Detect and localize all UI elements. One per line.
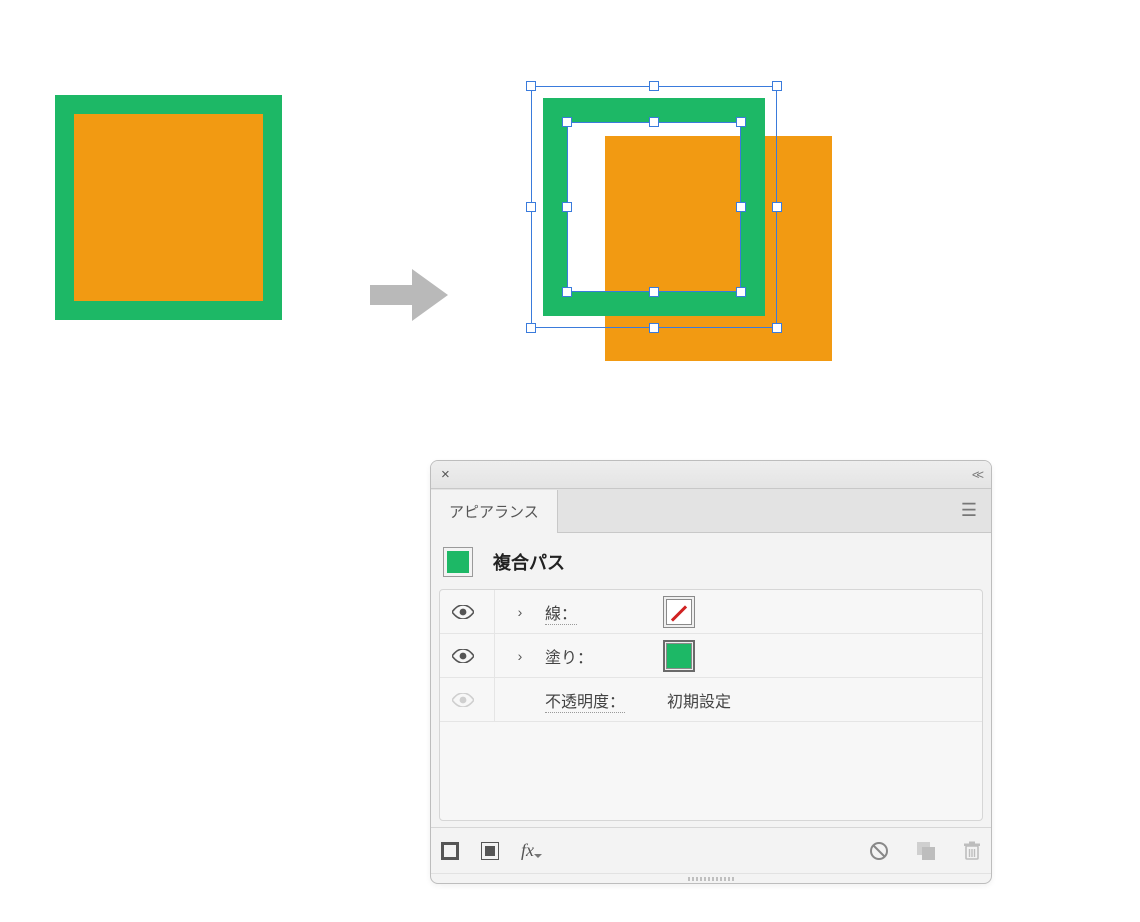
chevron-right-icon[interactable]: › <box>509 604 531 620</box>
sel-handle <box>649 323 659 333</box>
illustration-before-after <box>55 95 845 365</box>
delete-icon <box>963 841 981 861</box>
row-stroke[interactable]: › 線： <box>440 590 982 634</box>
sel-handle <box>736 287 746 297</box>
tab-appearance[interactable]: アピアランス <box>431 490 558 533</box>
sel-handle <box>562 287 572 297</box>
sel-handle <box>736 117 746 127</box>
chevron-right-icon[interactable]: › <box>509 648 531 664</box>
fill-swatch[interactable] <box>663 640 695 672</box>
add-fill-icon[interactable] <box>481 842 499 860</box>
panel-menu-icon[interactable]: ☰ <box>947 489 991 532</box>
add-stroke-icon[interactable] <box>441 842 459 860</box>
sel-handle <box>649 81 659 91</box>
opacity-value[interactable]: 初期設定 <box>663 688 731 712</box>
sel-handle <box>562 202 572 212</box>
appearance-panel: × << アピアランス ☰ 複合パス <box>430 460 992 884</box>
fx-menu-icon[interactable]: fx <box>521 840 534 861</box>
sel-handle <box>526 81 536 91</box>
none-slash-icon <box>671 605 687 621</box>
panel-resize-grip[interactable] <box>431 873 991 883</box>
sel-handle <box>649 117 659 127</box>
sel-handle <box>772 323 782 333</box>
object-title: 複合パス <box>493 549 565 575</box>
collapse-icon[interactable]: << <box>972 467 981 482</box>
visibility-icon-disabled <box>452 693 474 707</box>
stroke-label[interactable]: 線： <box>545 606 577 625</box>
sel-handle <box>772 81 782 91</box>
fill-label[interactable]: 塗り： <box>545 650 593 667</box>
row-fill[interactable]: › 塗り： <box>440 634 982 678</box>
close-icon[interactable]: × <box>441 467 450 482</box>
panel-footer: fx <box>431 827 991 873</box>
sel-handle <box>649 287 659 297</box>
object-title-row: 複合パス <box>439 543 983 589</box>
tab-label: アピアランス <box>449 501 539 522</box>
arrow-icon <box>370 265 450 325</box>
visibility-icon[interactable] <box>452 605 474 619</box>
panel-tabs: アピアランス ☰ <box>431 489 991 533</box>
after-shape <box>525 95 865 365</box>
duplicate-icon <box>917 842 935 860</box>
sel-handle <box>526 202 536 212</box>
opacity-label[interactable]: 不透明度： <box>545 694 625 713</box>
before-shape-orange <box>74 114 263 301</box>
object-swatch-green <box>447 551 469 573</box>
clear-appearance-icon[interactable] <box>869 841 889 861</box>
sel-handle <box>526 323 536 333</box>
object-swatch[interactable] <box>443 547 473 577</box>
sel-handle <box>736 202 746 212</box>
stroke-swatch[interactable] <box>663 596 695 628</box>
visibility-icon[interactable] <box>452 649 474 663</box>
selection-inner <box>567 122 741 292</box>
panel-titlebar: × << <box>431 461 991 489</box>
row-opacity[interactable]: 不透明度： 初期設定 <box>440 678 982 722</box>
sel-handle <box>562 117 572 127</box>
sel-handle <box>772 202 782 212</box>
before-shape <box>55 95 282 320</box>
row-spacer <box>440 722 982 820</box>
